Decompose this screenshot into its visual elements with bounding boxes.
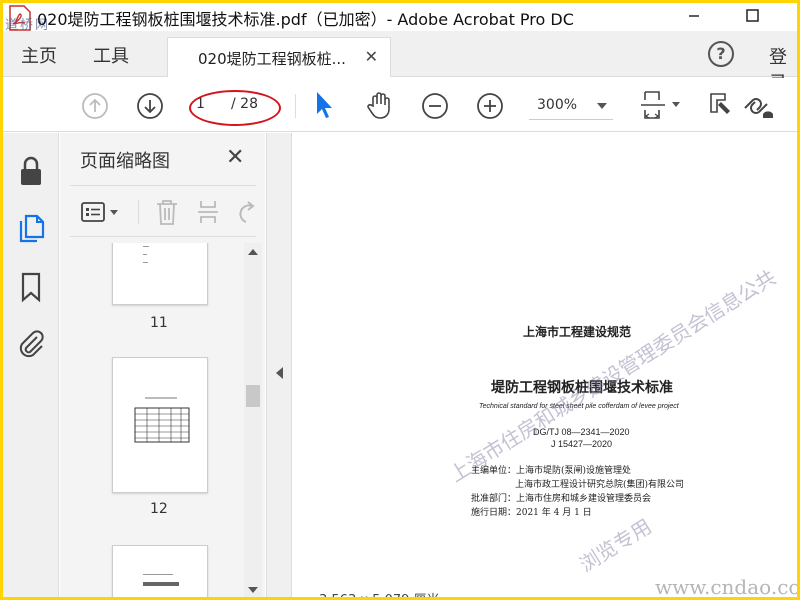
- delete-page-icon[interactable]: [154, 198, 180, 226]
- panel-title: 页面缩略图: [80, 151, 170, 172]
- bookmark-icon[interactable]: [19, 271, 43, 303]
- help-icon[interactable]: ?: [708, 41, 734, 67]
- thumbnail-label: 12: [150, 501, 168, 517]
- home-menu[interactable]: 主页: [21, 42, 57, 68]
- acrobat-window: 道桥网 020堤防工程钢板桩围堰技术标准.pdf（已加密）- Adobe Acr…: [3, 3, 797, 597]
- toolbar: 1 / 28 300%: [3, 78, 797, 132]
- minimize-button[interactable]: [679, 5, 709, 27]
- panel-collapse-strip[interactable]: [266, 133, 292, 597]
- thumbnail-options-icon[interactable]: [80, 200, 124, 224]
- thumbnail-page-12[interactable]: [112, 357, 208, 493]
- chevron-down-icon: [597, 103, 607, 109]
- doc-line-2: 上海市政工程设计研究总院(集团)有限公司: [515, 480, 685, 490]
- toolbar-divider: [295, 94, 296, 118]
- left-navigation-rail: [3, 133, 59, 597]
- thumbnail-label: 11: [150, 315, 168, 331]
- doc-line-1: 主编单位：上海市堤防(泵闸)设施管理处: [471, 466, 632, 476]
- annotation-circle: [189, 90, 281, 126]
- panel-divider: [138, 200, 139, 224]
- thumbnail-page-11[interactable]: [112, 243, 208, 305]
- next-page-icon[interactable]: [136, 92, 164, 120]
- thumbnails-panel: 页面缩略图 ✕ 11 12: [60, 133, 265, 597]
- extract-pages-icon[interactable]: [196, 198, 224, 226]
- page-size-readout: 3.563 x 5.079 厘米: [319, 589, 440, 597]
- tools-menu[interactable]: 工具: [93, 42, 129, 68]
- doc-code-2: J 15427—2020: [551, 439, 613, 449]
- document-view: 上海市工程建设规范 堤防工程钢板桩围堰技术标准 Technical standa…: [293, 133, 797, 597]
- document-tab[interactable]: 020堤防工程钢板桩... ✕: [167, 37, 391, 77]
- close-panel-icon[interactable]: ✕: [226, 145, 244, 170]
- menu-bar: 主页 工具 020堤防工程钢板桩... ✕ ? 登录: [3, 31, 797, 94]
- panel-toolbar: [70, 185, 256, 237]
- select-cursor-icon[interactable]: [313, 90, 335, 120]
- diagonal-watermark-2: 浏览专用: [575, 513, 656, 577]
- zoom-out-icon[interactable]: [421, 92, 449, 120]
- thumbnail-table-preview: [134, 397, 190, 443]
- hand-tool-icon[interactable]: [365, 90, 395, 120]
- comment-tool-icon[interactable]: [708, 90, 734, 120]
- site-watermark: www.cndao.com: [655, 575, 797, 597]
- rotate-page-icon[interactable]: [234, 198, 256, 226]
- scroll-down-icon[interactable]: [248, 587, 258, 593]
- scroll-thumb[interactable]: [246, 385, 260, 407]
- zoom-in-icon[interactable]: [476, 92, 504, 120]
- doc-header: 上海市工程建设规范: [523, 325, 632, 339]
- scroll-up-icon[interactable]: [248, 249, 258, 255]
- doc-line-3: 批准部门：上海市住房和城乡建设管理委员会: [471, 494, 652, 504]
- zoom-value: 300%: [537, 97, 578, 113]
- doc-line-4: 施行日期：2021 年 4 月 1 日: [471, 508, 592, 518]
- thumbnail-list: 11 12: [60, 243, 265, 597]
- fit-page-icon[interactable]: [639, 88, 685, 122]
- collapse-arrow-icon[interactable]: [276, 367, 283, 379]
- thumbnail-page-13[interactable]: [112, 545, 208, 597]
- zoom-select[interactable]: 300%: [529, 92, 613, 120]
- close-tab-icon[interactable]: ✕: [365, 47, 378, 66]
- attachment-icon[interactable]: [17, 329, 47, 361]
- lock-icon[interactable]: [18, 155, 44, 187]
- title-bar: 道桥网 020堤防工程钢板桩围堰技术标准.pdf（已加密）- Adobe Acr…: [3, 3, 797, 33]
- previous-page-icon[interactable]: [81, 92, 109, 120]
- page-thumbnails-icon[interactable]: [17, 213, 47, 245]
- thumbnail-scrollbar[interactable]: [244, 243, 262, 597]
- window-title: 020堤防工程钢板桩围堰技术标准.pdf（已加密）- Adobe Acrobat…: [37, 10, 574, 29]
- diagonal-watermark: 上海市住房和城乡建设管理委员会信息公共: [445, 265, 781, 487]
- document-tab-label: 020堤防工程钢板桩...: [198, 50, 346, 68]
- maximize-button[interactable]: [737, 5, 767, 27]
- link-icon[interactable]: [739, 90, 773, 120]
